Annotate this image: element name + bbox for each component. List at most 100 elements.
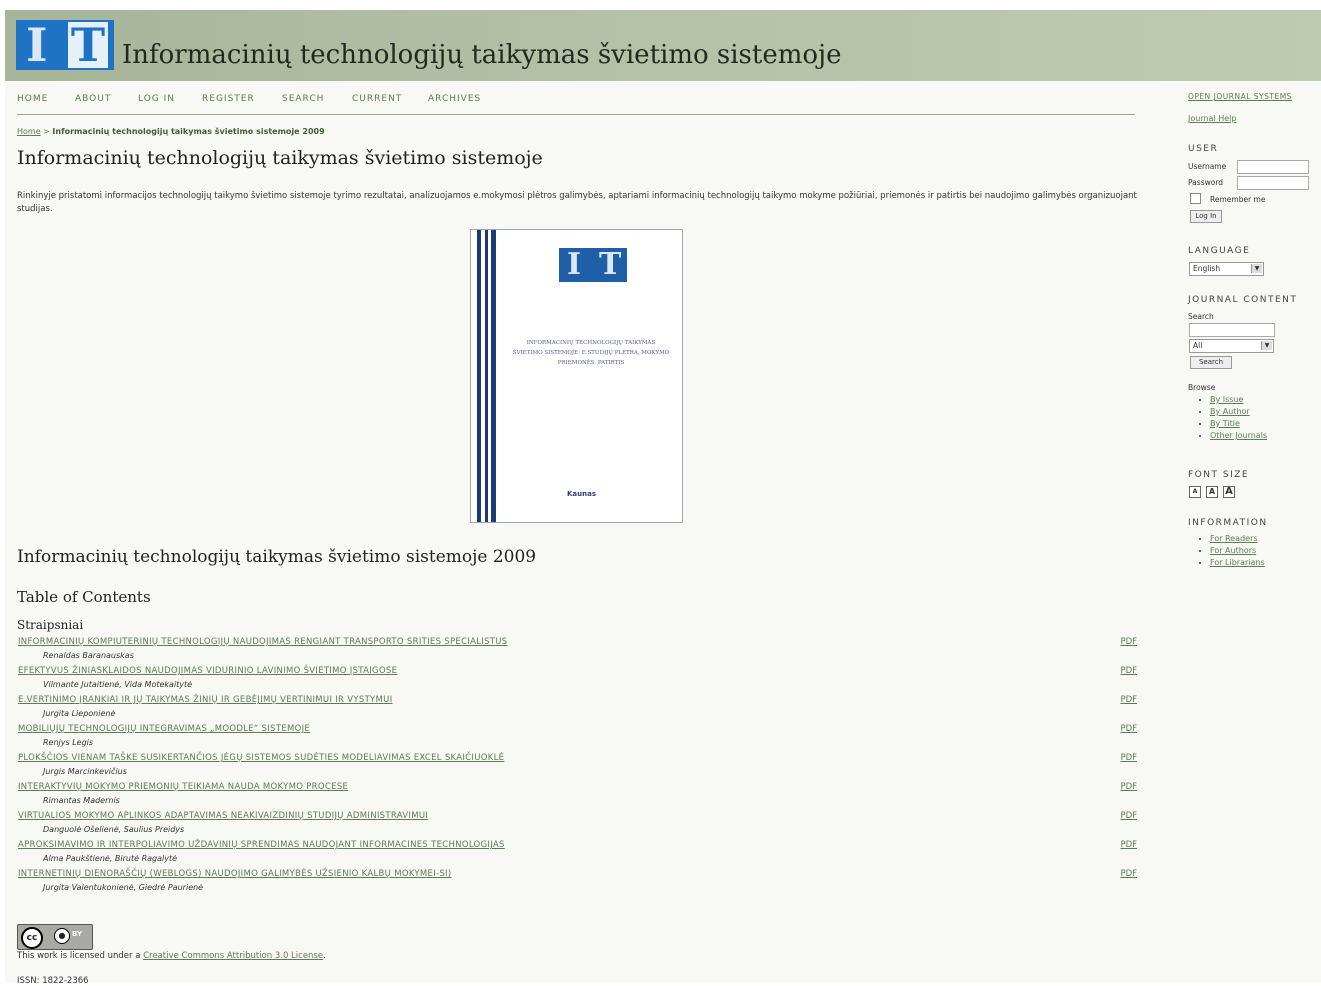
for-librarians-link[interactable]: For Librarians <box>1210 558 1265 567</box>
sidebar-help: Journal Help <box>1188 114 1236 123</box>
page: I T Informacinių technologijų taikymas š… <box>5 10 1321 986</box>
nav-login[interactable]: LOG IN <box>138 94 175 104</box>
article-authors: Jurgita Valentukonienė, Giedrė Paurienė <box>43 883 204 892</box>
information-item: For Readers <box>1210 533 1265 545</box>
article-row: Efektyvus žiniasklaidos naudojimas vidur… <box>17 666 1137 695</box>
information-heading: INFORMATION <box>1188 518 1268 528</box>
browse-by-title-link[interactable]: By Title <box>1210 419 1240 428</box>
article-pdf-link[interactable]: PDF <box>1120 637 1137 647</box>
nav-about[interactable]: ABOUT <box>75 94 111 104</box>
journal-help-link[interactable]: Journal Help <box>1188 114 1236 123</box>
information-item: For Authors <box>1210 545 1265 557</box>
journal-logo[interactable]: I T <box>16 20 114 70</box>
sidebar-ojs: OPEN JOURNAL SYSTEMS <box>1188 92 1292 101</box>
article-authors: Jurgita Lieponienė <box>43 709 116 718</box>
by-icon: ● <box>54 928 70 944</box>
nav-search[interactable]: SEARCH <box>282 94 324 104</box>
username-label: Username <box>1188 162 1227 171</box>
page-title: Informacinių technologijų taikymas šviet… <box>17 147 543 169</box>
article-title-link[interactable]: Internetinių dienoraščių (weblogs) naudo… <box>18 869 451 879</box>
remember-me-checkbox[interactable] <box>1190 193 1201 204</box>
username-input[interactable] <box>1237 160 1309 174</box>
font-size-buttons: A A A <box>1189 486 1249 500</box>
browse-list: By Issue By Author By Title Other Journa… <box>1188 394 1267 442</box>
article-pdf-link[interactable]: PDF <box>1120 782 1137 792</box>
font-large-button[interactable]: A <box>1223 486 1235 498</box>
password-input[interactable] <box>1237 176 1309 190</box>
information-item: For Librarians <box>1210 557 1265 569</box>
nav-home[interactable]: HOME <box>17 94 48 104</box>
article-title-link[interactable]: E.vertinimo įrankiai ir jų taikymas žini… <box>18 695 393 705</box>
browse-item: By Author <box>1210 406 1267 418</box>
article-pdf-link[interactable]: PDF <box>1120 724 1137 734</box>
language-value: English <box>1193 264 1221 273</box>
article-title-link[interactable]: Efektyvus žiniasklaidos naudojimas vidur… <box>18 666 397 676</box>
journal-content-heading: JOURNAL CONTENT <box>1188 295 1298 305</box>
article-pdf-link[interactable]: PDF <box>1120 695 1137 705</box>
font-size-heading: FONT SIZE <box>1188 470 1250 480</box>
article-title-link[interactable]: Informacinių kompiuterinių technologijų … <box>18 637 507 647</box>
license-text: This work is licensed under a Creative C… <box>17 951 326 961</box>
search-scope-value: All <box>1193 341 1203 350</box>
password-label: Password <box>1188 178 1224 187</box>
language-heading: LANGUAGE <box>1188 246 1251 256</box>
cover-publisher: Kaunas <box>567 490 597 498</box>
article-authors: Alma Paukštienė, Birutė Ragalytė <box>43 854 178 863</box>
article-pdf-link[interactable]: PDF <box>1120 811 1137 821</box>
article-title-link[interactable]: Plokščios vienam taške susikertančios jė… <box>18 753 504 763</box>
browse-by-author-link[interactable]: By Author <box>1210 407 1250 416</box>
article-title-link[interactable]: Mobiliųjų technologijų integravimas „Moo… <box>18 724 310 734</box>
information-block: INFORMATION For Readers For Authors For … <box>1188 518 1321 578</box>
issn: ISSN: 1822-2366 <box>17 976 89 986</box>
search-button[interactable]: Search <box>1190 356 1232 369</box>
article-authors: Renaldas Baranauskas <box>43 651 134 660</box>
article-title-link[interactable]: Interaktyvių mokymo priemonių teikiama n… <box>18 782 348 792</box>
font-medium-button[interactable]: A <box>1206 486 1218 498</box>
article-row: E.vertinimo įrankiai ir jų taikymas žini… <box>17 695 1137 724</box>
browse-by-issue-link[interactable]: By Issue <box>1210 395 1243 404</box>
site-title: Informacinių technologijų taikymas šviet… <box>122 40 842 70</box>
search-label: Search <box>1188 312 1214 321</box>
article-title-link[interactable]: Aproksimavimo ir interpoliavimo uždavini… <box>18 840 505 850</box>
issue-cover-image: I T INFORMACINIŲ TECHNOLOGIJŲ TAIKYMAS Š… <box>470 229 683 523</box>
search-input[interactable] <box>1189 323 1275 337</box>
article-pdf-link[interactable]: PDF <box>1120 666 1137 676</box>
cc-icon: cc <box>21 927 43 949</box>
article-pdf-link[interactable]: PDF <box>1120 840 1137 850</box>
issue-title: Informacinių technologijų taikymas šviet… <box>17 547 537 567</box>
breadcrumb-current[interactable]: Informacinių technologijų taikymas šviet… <box>52 127 324 136</box>
browse-other-journals-link[interactable]: Other Journals <box>1210 431 1267 440</box>
nav-register[interactable]: REGISTER <box>202 94 255 104</box>
cc-by-label: BY <box>72 930 83 938</box>
breadcrumb: Home > Informacinių technologijų taikyma… <box>17 127 325 136</box>
information-list: For Readers For Authors For Librarians <box>1188 533 1265 569</box>
breadcrumb-home[interactable]: Home <box>17 127 41 136</box>
main-navigation: HOME ABOUT LOG IN REGISTER SEARCH CURREN… <box>17 92 1135 115</box>
article-pdf-link[interactable]: PDF <box>1120 869 1137 879</box>
journal-content-block: JOURNAL CONTENT Search All ▼ Search Brow… <box>1188 295 1321 465</box>
article-pdf-link[interactable]: PDF <box>1120 753 1137 763</box>
for-authors-link[interactable]: For Authors <box>1210 546 1256 555</box>
for-readers-link[interactable]: For Readers <box>1210 534 1258 543</box>
font-small-button[interactable]: A <box>1189 486 1201 498</box>
logo-letter-i: I <box>26 18 48 72</box>
language-select[interactable]: English ▼ <box>1189 262 1264 276</box>
nav-archives[interactable]: ARCHIVES <box>428 94 481 104</box>
search-scope-select[interactable]: All ▼ <box>1189 339 1274 353</box>
article-row: Virtualios mokymo aplinkos adaptavimas n… <box>17 811 1137 840</box>
cover-logo: I T <box>559 248 627 282</box>
license-link[interactable]: Creative Commons Attribution 3.0 License <box>143 951 323 961</box>
nav-current[interactable]: CURRENT <box>352 94 402 104</box>
license-prefix: This work is licensed under a <box>17 951 144 961</box>
remember-me-label: Remember me <box>1210 195 1266 204</box>
browse-item: By Issue <box>1210 394 1267 406</box>
cover-title: INFORMACINIŲ TECHNOLOGIJŲ TAIKYMAS ŠVIET… <box>512 340 670 366</box>
license-suffix: . <box>323 951 326 961</box>
site-header: I T Informacinių technologijų taikymas š… <box>5 10 1321 81</box>
creative-commons-badge[interactable]: cc ● BY <box>17 924 93 950</box>
language-block: LANGUAGE English ▼ <box>1188 246 1321 286</box>
font-size-block: FONT SIZE A A A <box>1188 470 1321 506</box>
article-title-link[interactable]: Virtualios mokymo aplinkos adaptavimas n… <box>18 811 428 821</box>
ojs-link[interactable]: OPEN JOURNAL SYSTEMS <box>1188 92 1292 101</box>
login-button[interactable]: Log In <box>1190 210 1222 223</box>
